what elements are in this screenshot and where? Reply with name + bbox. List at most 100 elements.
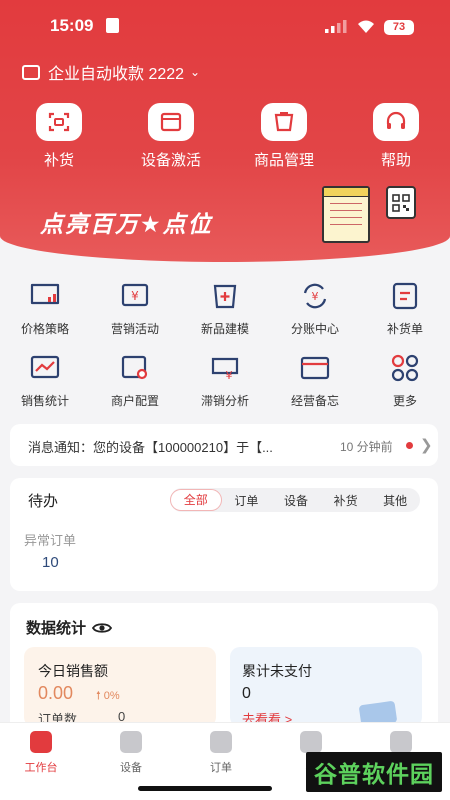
quick-action-device-activation[interactable]: 设备激活: [121, 103, 221, 170]
star-icon: ★: [140, 211, 163, 237]
tab-devices[interactable]: 设备: [86, 731, 176, 775]
battery-icon: 73: [384, 20, 414, 35]
notice-bar[interactable]: 消息通知：您的设备【100000210】于【... 10 分钟前 ❯: [10, 424, 438, 466]
feature-memo[interactable]: 经营备忘: [270, 352, 360, 409]
feature-label: 更多: [392, 394, 417, 408]
todo-tab-restock[interactable]: 补货: [321, 492, 371, 509]
notice-time: 10 分钟前: [340, 440, 393, 454]
eye-icon[interactable]: [92, 621, 113, 635]
feature-slow-sales[interactable]: ¥ 滞销分析: [180, 352, 270, 409]
abnormal-orders-label: 异常订单: [24, 533, 77, 548]
feature-restock-list[interactable]: 补货单: [360, 280, 450, 337]
svg-text:¥: ¥: [131, 289, 139, 303]
quick-action-product-management[interactable]: 商品管理: [234, 103, 334, 170]
company-name: 企业自动收款 2222: [48, 66, 185, 83]
today-sales-title: 今日销售额: [38, 663, 108, 679]
marketing-icon: ¥: [118, 280, 152, 312]
split-payment-icon: ¥: [298, 280, 332, 312]
feature-label: 价格策略: [20, 322, 69, 336]
cup-icon: [261, 103, 307, 141]
todo-card: 待办 全部 订单 设备 补货 其他 异常订单 10: [10, 478, 438, 591]
todo-tab-devices[interactable]: 设备: [271, 492, 321, 509]
feature-label: 滞销分析: [200, 394, 249, 408]
price-strategy-icon: [28, 280, 62, 312]
up-arrow-icon: 🠕: [96, 690, 101, 702]
home-indicator: [138, 786, 272, 791]
site-watermark: 谷普软件园: [306, 752, 442, 792]
feature-label: 营销活动: [110, 322, 159, 336]
qr-code-icon: [386, 186, 416, 219]
restock-tab-icon: [300, 731, 322, 753]
order-tab-icon: [210, 731, 232, 753]
restock-list-icon: [388, 280, 422, 312]
workbench-icon: [30, 731, 52, 753]
headset-icon: [373, 103, 419, 141]
todo-tab-orders[interactable]: 订单: [222, 492, 272, 509]
quick-action-restock[interactable]: 补货: [9, 103, 109, 170]
wifi-icon: [358, 20, 374, 33]
watermark-text: 谷普软件园: [314, 761, 434, 787]
todo-title: 待办: [28, 493, 59, 510]
banner-slogan: 点亮百万★点位: [40, 205, 213, 239]
status-time: 15:09: [50, 16, 94, 35]
todo-tabs: 全部 订单 设备 补货 其他: [170, 488, 420, 512]
feature-sales-stats[interactable]: 销售统计: [0, 352, 90, 409]
tab-label: 订单: [210, 762, 232, 774]
banner-slogan-part2: 点位: [162, 211, 213, 237]
feature-label: 新品建模: [200, 322, 249, 336]
sales-stats-icon: [28, 352, 62, 384]
quick-action-label: 帮助: [380, 152, 411, 169]
feature-price-strategy[interactable]: 价格策略: [0, 280, 90, 337]
feature-split-payment[interactable]: ¥ 分账中心: [270, 280, 360, 337]
quick-action-label: 设备激活: [140, 152, 201, 169]
quick-action-help[interactable]: 帮助: [346, 103, 446, 170]
store-icon: [22, 64, 40, 80]
vending-machine-illustration: [322, 186, 370, 243]
tab-workbench[interactable]: 工作台: [0, 731, 86, 775]
feature-more[interactable]: 更多: [360, 352, 450, 409]
new-product-icon: [208, 280, 242, 312]
tab-profile[interactable]: [356, 731, 446, 753]
feature-label: 分账中心: [290, 322, 339, 336]
feature-label: 经营备忘: [290, 394, 339, 408]
more-icon: [388, 352, 422, 384]
feature-label: 补货单: [386, 322, 423, 336]
tab-label: 工作台: [24, 762, 58, 774]
memo-icon: [298, 352, 332, 384]
status-bar: 15:09 73: [0, 0, 450, 50]
feature-label: 销售统计: [20, 394, 69, 408]
signal-icon: [325, 20, 347, 33]
todo-tab-other[interactable]: 其他: [370, 492, 420, 509]
svg-text:¥: ¥: [312, 290, 319, 303]
device-icon: [148, 103, 194, 141]
abnormal-orders-count[interactable]: 10: [42, 554, 59, 571]
svg-text:¥: ¥: [226, 369, 233, 382]
today-sales-change: 🠕 0%: [96, 687, 120, 706]
today-sales-value: 0.00: [38, 683, 74, 703]
banner-slogan-part1: 点亮百万: [40, 211, 140, 237]
profile-tab-icon: [390, 731, 412, 753]
merchant-config-icon: [118, 352, 152, 384]
quick-action-label: 商品管理: [253, 152, 314, 169]
feature-merchant-config[interactable]: 商户配置: [90, 352, 180, 409]
feature-label: 商户配置: [110, 394, 159, 408]
company-selector[interactable]: 企业自动收款 2222 ⌄: [22, 60, 200, 84]
device-tab-icon: [120, 731, 142, 753]
todo-tab-all[interactable]: 全部: [170, 489, 222, 511]
kiosk-sign: [324, 188, 368, 197]
feature-new-product[interactable]: 新品建模: [180, 280, 270, 337]
unread-dot: [406, 442, 413, 449]
tab-label: 设备: [120, 762, 142, 774]
unpaid-title: 累计未支付: [242, 663, 312, 679]
chevron-down-icon: ⌄: [190, 65, 201, 79]
unpaid-card[interactable]: 累计未支付 0 去看看 >: [230, 647, 422, 728]
tab-orders[interactable]: 订单: [176, 731, 266, 775]
scan-icon: [36, 103, 82, 141]
stats-title: 数据统计: [26, 620, 87, 637]
slow-sales-icon: ¥: [208, 352, 242, 384]
feature-marketing[interactable]: ¥ 营销活动: [90, 280, 180, 337]
stats-header: 数据统计: [26, 617, 113, 638]
quick-action-label: 补货: [43, 152, 74, 169]
today-sales-change-value: 0%: [103, 690, 120, 702]
today-sales-card[interactable]: 今日销售额 0.00 🠕 0% 订单数 0: [24, 647, 216, 727]
